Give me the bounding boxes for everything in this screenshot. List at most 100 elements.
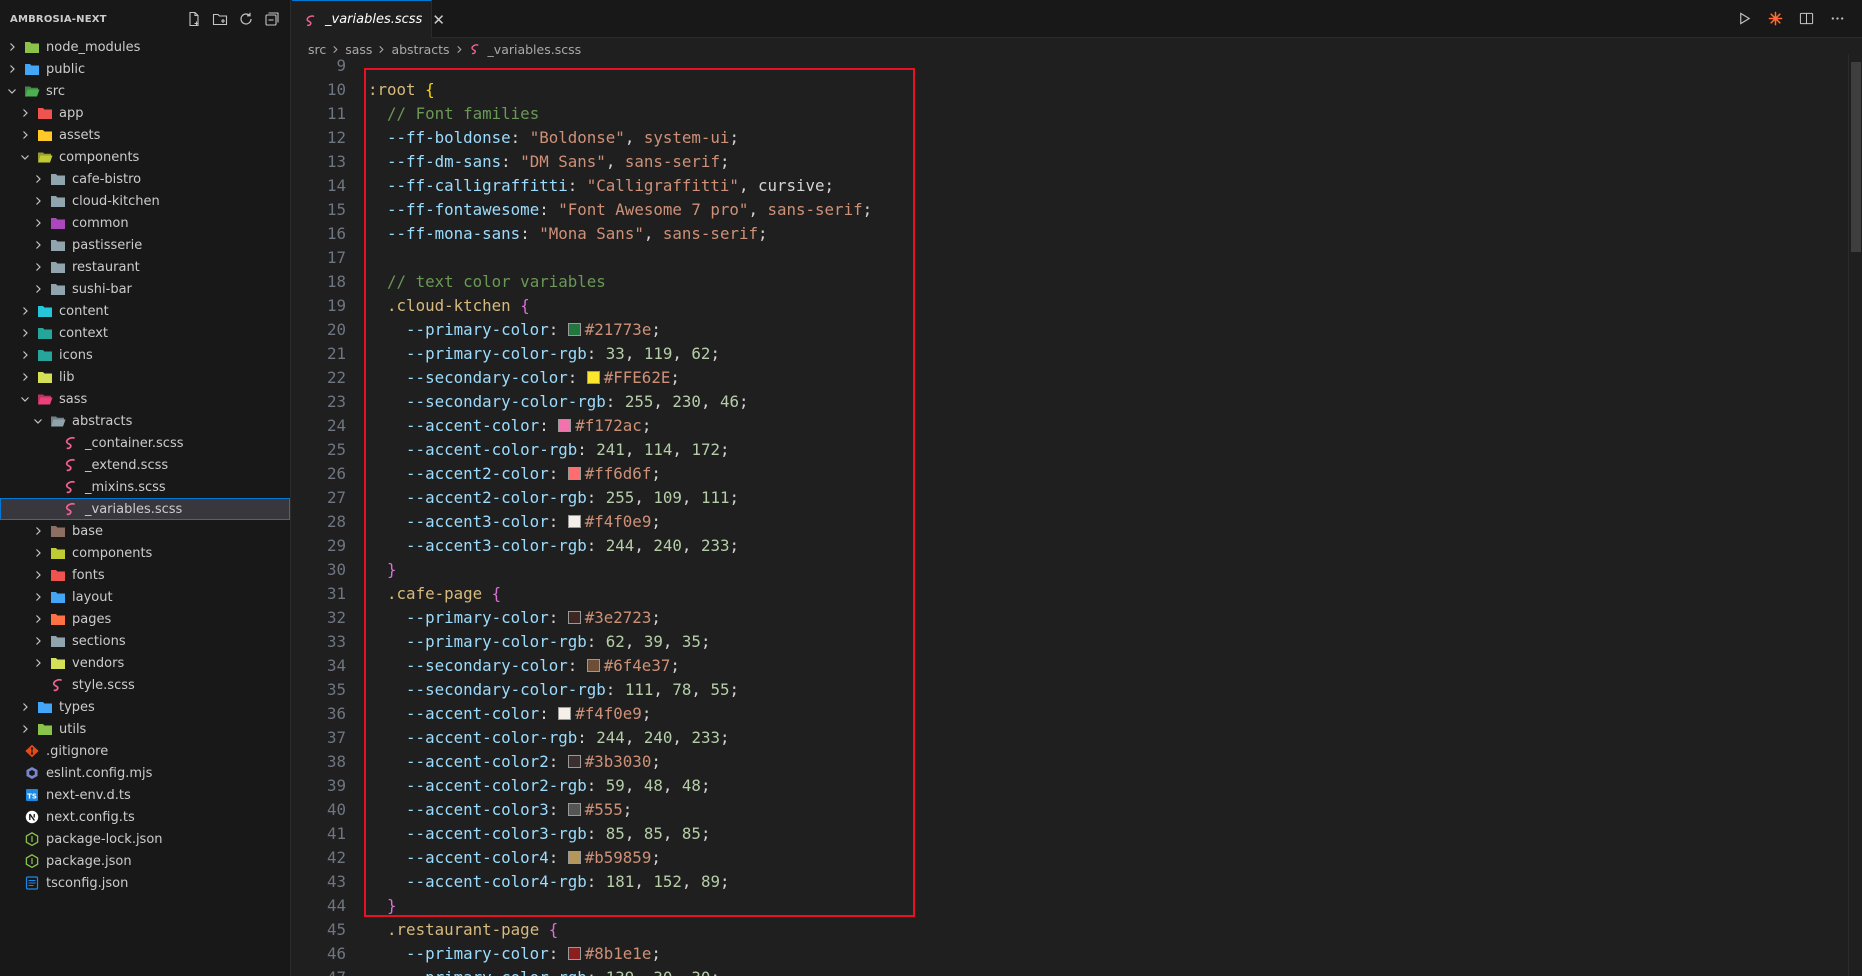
code-editor[interactable]: 9 10:root {11 // Font families 12 --ff-bol… — [292, 54, 1848, 976]
code-line: 21 --primary-color-rgb: 33, 119, 62; — [292, 342, 1848, 366]
new-folder-icon[interactable] — [211, 10, 228, 27]
color-swatch[interactable] — [567, 947, 581, 960]
folder-icon — [50, 216, 66, 230]
color-swatch[interactable] — [558, 707, 572, 720]
code-token: #8b1e1e — [584, 944, 652, 963]
code-token: ; — [641, 416, 652, 435]
code-token: , — [624, 728, 644, 747]
copilot-icon[interactable] — [1767, 10, 1784, 27]
file-item[interactable]: _variables.scss — [0, 498, 290, 520]
file-item[interactable]: package-lock.json — [0, 828, 290, 850]
folder-item[interactable]: pastisserie — [0, 234, 290, 256]
folder-item[interactable]: sushi-bar — [0, 278, 290, 300]
folder-item[interactable]: common — [0, 212, 290, 234]
code-token: { — [520, 296, 530, 315]
color-swatch[interactable] — [567, 851, 581, 864]
line-number: 34 — [326, 656, 346, 675]
folder-item[interactable]: base — [0, 520, 290, 542]
color-swatch[interactable] — [586, 371, 600, 384]
code-line: 28 --accent3-color: #f4f0e9; — [292, 510, 1848, 534]
folder-item[interactable]: app — [0, 102, 290, 124]
line-number: 35 — [326, 680, 346, 699]
close-tab-icon[interactable]: ✕ — [432, 11, 445, 29]
code-line: 26 --accent2-color: #ff6d6f; — [292, 462, 1848, 486]
node-file-icon — [24, 854, 40, 868]
chevron-right-icon — [32, 569, 44, 581]
folder-item[interactable]: sections — [0, 630, 290, 652]
file-item[interactable]: style.scss — [0, 674, 290, 696]
code-token: #ff6d6f — [584, 464, 652, 483]
code-line: 24 --accent-color: #f172ac; — [292, 414, 1848, 438]
code-token: 62 — [605, 632, 625, 651]
code-token: --accent-color — [406, 416, 540, 435]
refresh-icon[interactable] — [237, 10, 254, 27]
folder-item[interactable]: restaurant — [0, 256, 290, 278]
code-token: 30 — [691, 968, 710, 976]
folder-item[interactable]: src — [0, 80, 290, 102]
code-token: ; — [700, 776, 711, 795]
folder-item[interactable]: utils — [0, 718, 290, 740]
code-token: , — [634, 536, 654, 555]
folder-item[interactable]: sass — [0, 388, 290, 410]
color-swatch[interactable] — [567, 611, 581, 624]
code-line: 12 --ff-boldonse: "Boldonse", system-ui; — [292, 126, 1848, 150]
folder-item[interactable]: node_modules — [0, 36, 290, 58]
file-item[interactable]: TS next-env.d.ts — [0, 784, 290, 806]
folder-item[interactable]: lib — [0, 366, 290, 388]
split-editor-icon[interactable] — [1798, 10, 1815, 27]
chevron-right-icon — [19, 327, 31, 339]
collapse-all-icon[interactable] — [263, 10, 280, 27]
folder-item[interactable]: cafe-bistro — [0, 168, 290, 190]
folder-item[interactable]: content — [0, 300, 290, 322]
scrollbar-thumb[interactable] — [1851, 62, 1861, 252]
folder-item[interactable]: vendors — [0, 652, 290, 674]
line-content: --primary-color: #8b1e1e; — [346, 942, 661, 966]
line-content: --accent3-color: #f4f0e9; — [346, 510, 661, 534]
code-token: : — [548, 800, 568, 819]
folder-item[interactable]: components — [0, 146, 290, 168]
color-swatch[interactable] — [586, 659, 600, 672]
code-token: : — [586, 776, 606, 795]
file-item[interactable]: _container.scss — [0, 432, 290, 454]
color-swatch[interactable] — [567, 755, 581, 768]
chevron-right-icon — [19, 107, 31, 119]
file-item[interactable]: eslint.config.mjs — [0, 762, 290, 784]
color-swatch[interactable] — [567, 515, 581, 528]
color-swatch[interactable] — [567, 803, 581, 816]
folder-item[interactable]: assets — [0, 124, 290, 146]
file-item[interactable]: .gitignore — [0, 740, 290, 762]
folder-item[interactable]: context — [0, 322, 290, 344]
code-token: , — [662, 632, 682, 651]
folder-item[interactable]: icons — [0, 344, 290, 366]
file-item[interactable]: _mixins.scss — [0, 476, 290, 498]
folder-item[interactable]: fonts — [0, 564, 290, 586]
color-swatch[interactable] — [567, 323, 581, 336]
file-item[interactable]: next.config.ts — [0, 806, 290, 828]
tree-item-label: sections — [72, 633, 126, 649]
code-token: ; — [739, 392, 749, 411]
tab-variables-scss[interactable]: _variables.scss ✕ — [292, 0, 445, 38]
folder-item[interactable]: cloud-kitchen — [0, 190, 290, 212]
folder-item[interactable]: abstracts — [0, 410, 290, 432]
color-swatch[interactable] — [558, 419, 572, 432]
vertical-scrollbar[interactable] — [1848, 54, 1862, 976]
folder-icon — [24, 40, 40, 54]
tree-item-label: cloud-kitchen — [72, 193, 160, 209]
folder-item[interactable]: layout — [0, 586, 290, 608]
more-actions-icon[interactable] — [1829, 10, 1846, 27]
color-swatch[interactable] — [567, 467, 581, 480]
code-token: 114 — [643, 440, 673, 459]
folder-item[interactable]: components — [0, 542, 290, 564]
folder-item[interactable]: public — [0, 58, 290, 80]
line-number: 37 — [326, 728, 346, 747]
folder-item[interactable]: pages — [0, 608, 290, 630]
run-icon[interactable] — [1736, 10, 1753, 27]
folder-item[interactable]: types — [0, 696, 290, 718]
file-item[interactable]: _extend.scss — [0, 454, 290, 476]
folder-icon — [24, 62, 40, 76]
new-file-icon[interactable] — [185, 10, 202, 27]
file-item[interactable]: tsconfig.json — [0, 872, 290, 894]
file-item[interactable]: package.json — [0, 850, 290, 872]
